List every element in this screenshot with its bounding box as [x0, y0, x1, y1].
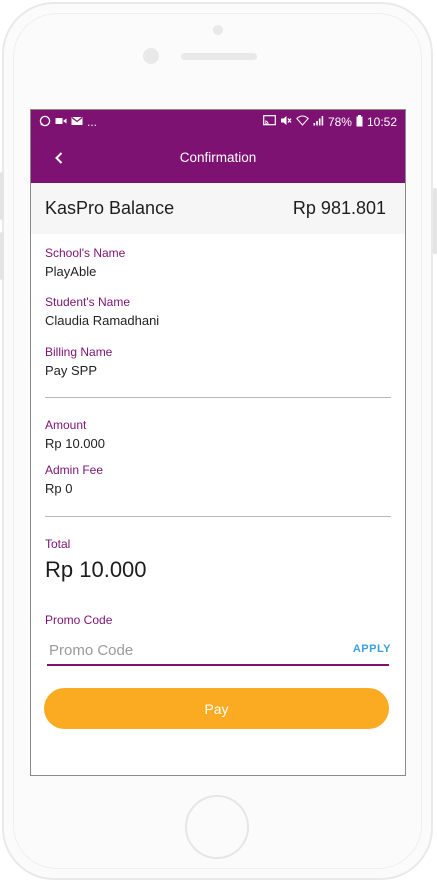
status-bar: ... 78% 10:52: [31, 110, 405, 134]
total-label: Total: [45, 537, 71, 551]
status-left: ...: [39, 115, 97, 130]
signal-icon: [313, 115, 324, 129]
balance-row: KasPro Balance Rp 981.801: [31, 183, 405, 234]
school-name-label: School's Name: [45, 246, 126, 260]
phone-camera: [213, 25, 223, 35]
admin-fee-value: Rp 0: [45, 481, 73, 496]
total-field: Total Rp 10.000: [45, 537, 147, 583]
amount-field: Amount Rp 10.000: [45, 418, 105, 452]
phone-speaker: [181, 53, 257, 60]
school-name-field: School's Name PlayAble: [45, 246, 125, 280]
total-value: Rp 10.000: [45, 557, 147, 582]
status-more: ...: [87, 115, 98, 129]
mail-icon: [71, 116, 83, 129]
divider-details: [45, 397, 391, 398]
school-name-value: PlayAble: [45, 264, 97, 279]
amount-label: Amount: [45, 418, 87, 432]
student-name-field: Student's Name Claudia Ramadhani: [45, 295, 159, 329]
billing-name-label: Billing Name: [45, 345, 113, 359]
student-name-label: Student's Name: [45, 295, 131, 309]
phone-side-button-left-1: [0, 172, 4, 220]
billing-name-field: Billing Name Pay SPP: [45, 345, 112, 379]
wifi-icon: [296, 115, 309, 129]
divider-charges: [45, 516, 391, 517]
page-title: Confirmation: [179, 150, 257, 165]
promo-code-input[interactable]: [47, 638, 331, 662]
balance-amount: Rp 981.801: [292, 198, 386, 218]
app-bar: Confirmation: [31, 134, 405, 183]
apply-promo-button[interactable]: APPLY: [353, 643, 391, 655]
mute-icon: [280, 115, 292, 129]
battery-percent: 78%: [327, 115, 352, 129]
phone-side-button-left-2: [0, 232, 4, 280]
billing-name-value: Pay SPP: [45, 363, 98, 378]
cast-icon: [263, 115, 276, 129]
app-screen: ... 78% 10:52 Confirmation KasPro Balanc…: [30, 109, 406, 776]
status-time: 10:52: [366, 115, 397, 129]
admin-fee-field: Admin Fee Rp 0: [45, 463, 103, 497]
promo-code-field: APPLY: [47, 636, 391, 666]
student-name-value: Claudia Ramadhani: [45, 313, 160, 328]
balance-label: KasPro Balance: [45, 198, 175, 218]
admin-fee-label: Admin Fee: [45, 463, 104, 477]
battery-icon: [356, 114, 363, 130]
status-right: 78% 10:52: [263, 114, 397, 130]
whatsapp-icon: [39, 115, 51, 130]
promo-code-label: Promo Code: [45, 613, 113, 627]
amount-value: Rp 10.000: [45, 436, 105, 451]
video-icon: [55, 116, 67, 129]
pay-button[interactable]: Pay: [44, 688, 389, 729]
phone-home-button[interactable]: [185, 795, 249, 859]
phone-side-button-right: [433, 188, 437, 254]
phone-sensor: [143, 48, 159, 64]
